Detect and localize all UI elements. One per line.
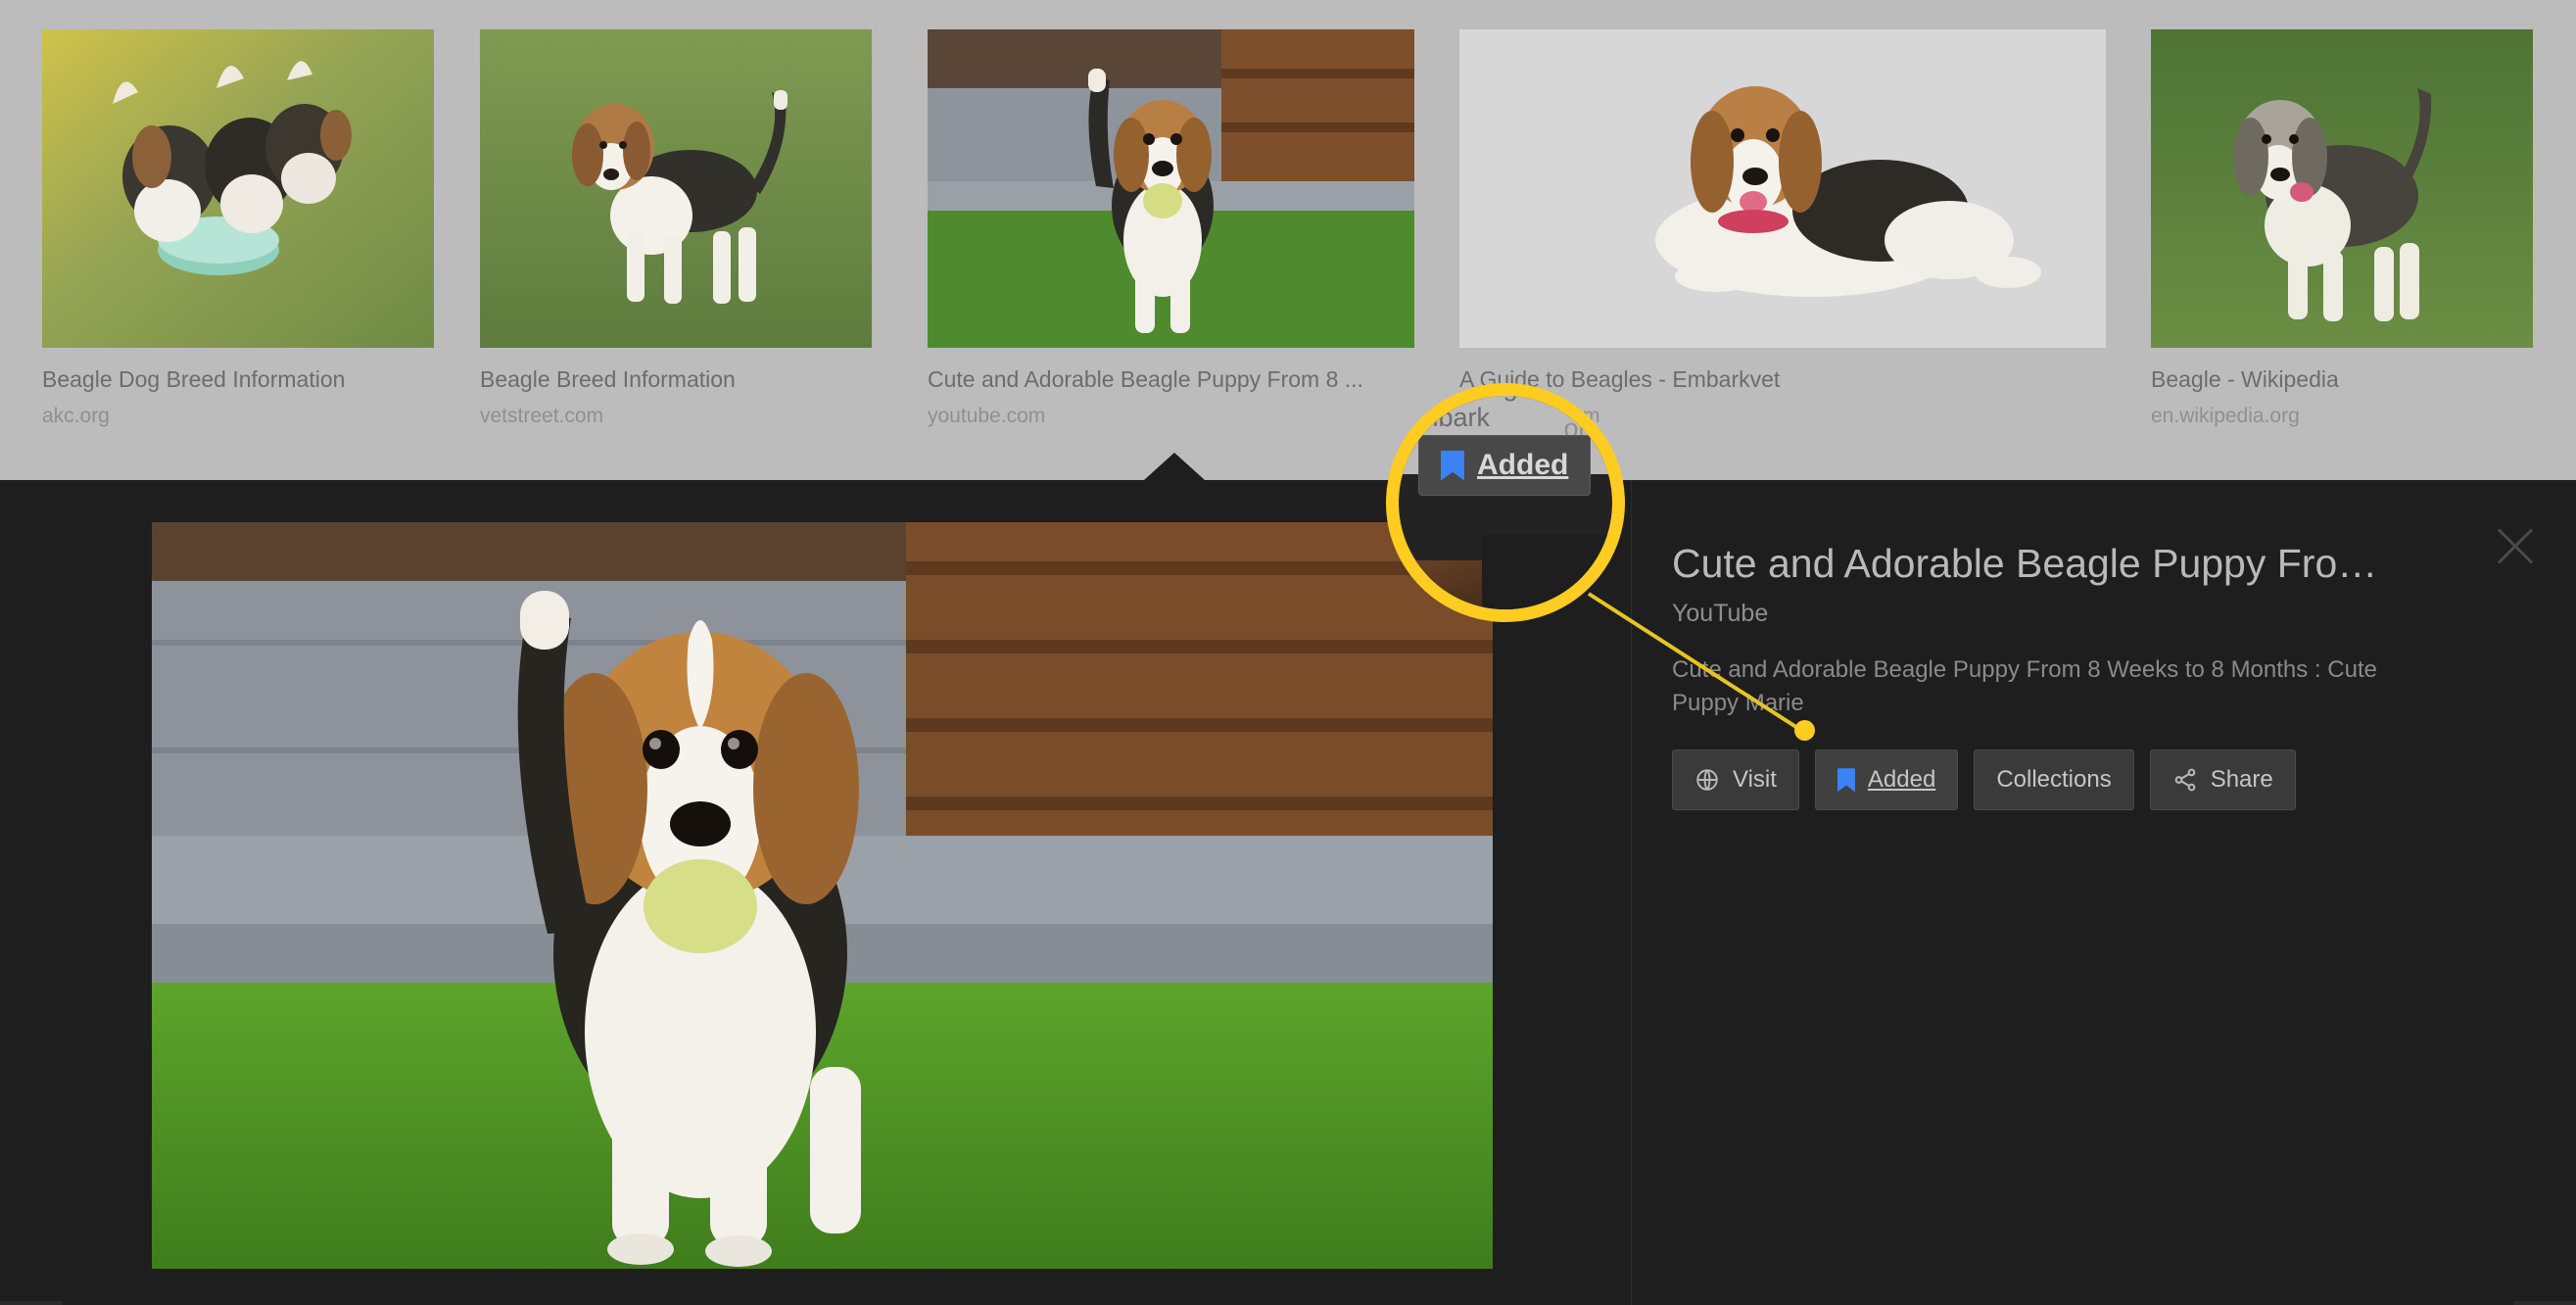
result-card[interactable]: Beagle Breed Information vetstreet.com [480, 29, 872, 428]
added-label: Added [1867, 766, 1936, 794]
result-thumbnail[interactable] [2151, 29, 2533, 348]
previous-image-button[interactable] [0, 1301, 63, 1305]
result-card-active[interactable]: Cute and Adorable Beagle Puppy From 8 ..… [928, 29, 1414, 428]
visit-button[interactable]: Visit [1672, 749, 1799, 811]
beagle-puppy-large-image [152, 522, 1493, 1269]
image-source: YouTube [1672, 600, 1769, 628]
result-thumbnail[interactable] [1459, 29, 2106, 348]
page-title: Cute and Adorable Beagle Puppy Fro… [1672, 541, 2378, 586]
image-description: Cute and Adorable Beagle Puppy From 8 We… [1672, 656, 2377, 717]
result-domain: youtube.com [928, 404, 1046, 427]
search-results-strip: Beagle Dog Breed Information akc.org Bea… [0, 0, 2576, 480]
result-title: Beagle Breed Information [480, 366, 736, 392]
bookmark-icon [1837, 768, 1855, 793]
next-image-button[interactable] [2513, 1301, 2576, 1305]
callout-endpoint-dot [1794, 720, 1815, 741]
added-button[interactable]: Added [1814, 749, 1959, 811]
bookmark-icon [1441, 450, 1464, 481]
result-card[interactable]: Beagle Dog Breed Information akc.org [42, 29, 434, 428]
result-card[interactable]: A Guide to Beagles - Embarkvet embarkvet… [1459, 29, 2106, 428]
close-icon[interactable] [2488, 519, 2543, 574]
result-card[interactable]: Beagle - Wikipedia en.wikipedia.org [2151, 29, 2533, 428]
beagle-wikipedia-image [2151, 29, 2533, 348]
magnifier-callout: le to Beagles - Embark om Added [1386, 383, 1625, 622]
result-thumbnail[interactable] [480, 29, 872, 348]
magnified-added-button[interactable]: Added [1418, 435, 1592, 496]
result-title: Beagle Dog Breed Information [42, 366, 346, 392]
magnified-added-label: Added [1477, 449, 1569, 481]
beagle-lying-white-bg-image [1459, 29, 2106, 348]
share-label: Share [2210, 766, 2273, 794]
result-title: Cute and Adorable Beagle Puppy From 8 ..… [928, 366, 1363, 392]
main-image[interactable] [152, 522, 1493, 1269]
beagle-standing-grass-image [480, 29, 872, 348]
panel-divider [1631, 480, 1632, 1305]
magnified-card-edge [1482, 535, 1612, 609]
beagle-puppies-bowl-image [42, 29, 434, 348]
beagle-puppy-video-thumbnail-image [928, 29, 1414, 348]
result-title: Beagle - Wikipedia [2151, 366, 2339, 392]
viewer-pointer-triangle [1144, 453, 1205, 480]
share-icon [2172, 767, 2198, 793]
result-domain: en.wikipedia.org [2151, 404, 2300, 427]
result-domain: akc.org [42, 404, 110, 427]
share-button[interactable]: Share [2149, 749, 2296, 811]
image-viewer-panel: Cute and Adorable Beagle Puppy Fro… YouT… [0, 453, 2576, 1305]
screenshot-root: Beagle Dog Breed Information akc.org Bea… [0, 0, 2576, 1305]
result-thumbnail[interactable] [928, 29, 1414, 348]
collections-button[interactable]: Collections [1974, 749, 2134, 811]
collections-label: Collections [1996, 766, 2112, 794]
image-info-panel: Cute and Adorable Beagle Puppy Fro… YouT… [1672, 480, 2475, 811]
action-button-row: Visit Added Collections Share [1672, 749, 2475, 811]
result-thumbnail[interactable] [42, 29, 434, 348]
result-domain: vetstreet.com [480, 404, 604, 427]
visit-label: Visit [1733, 766, 1777, 794]
magnifier-content: le to Beagles - Embark om Added [1399, 396, 1612, 609]
result-title: A Guide to Beagles - Embarkvet [1459, 366, 1781, 392]
globe-icon [1694, 767, 1720, 793]
